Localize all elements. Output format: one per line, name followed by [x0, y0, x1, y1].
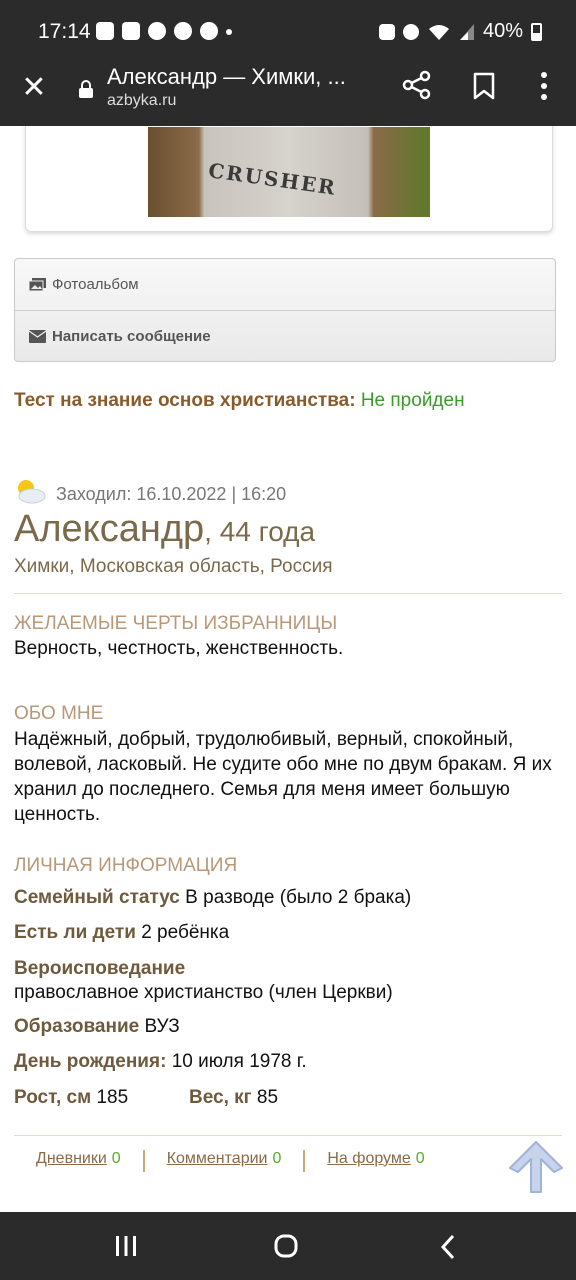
religion-label: Вероисповедание — [14, 958, 185, 980]
photos-icon — [29, 278, 46, 291]
battery-percent: 40% — [482, 20, 523, 42]
divider — [14, 1135, 562, 1136]
forum-link[interactable]: На форуме 0 — [327, 1150, 424, 1172]
battery-icon — [531, 22, 542, 41]
close-icon[interactable]: ✕ — [18, 72, 50, 104]
recent-apps-icon[interactable] — [114, 1236, 138, 1256]
comments-label[interactable]: Комментарии — [167, 1150, 268, 1167]
page-title: Александр — Химки, ... — [107, 64, 346, 89]
children-label: Есть ли дети — [14, 922, 136, 943]
status-time: 17:14 — [38, 20, 91, 43]
profile-actions: Фотоальбом Написать сообщение — [14, 258, 556, 362]
more-menu-icon[interactable] — [536, 70, 552, 102]
about-text: Надёжный, добрый, трудолюбивый, верный, … — [14, 729, 552, 825]
status-bar: 17:14 40% — [0, 0, 576, 62]
partner-traits-text: Верность, честность, женственность. — [14, 638, 344, 659]
education-label: Образование — [14, 1016, 140, 1037]
envelope-icon — [29, 330, 46, 343]
marital-label: Семейный статус — [14, 887, 180, 908]
birthday-label: День рождения: — [14, 1051, 167, 1072]
education-row: Образование ВУЗ — [14, 1016, 180, 1038]
recycle-icon — [378, 23, 395, 40]
diaries-label[interactable]: Дневники — [36, 1150, 107, 1167]
personal-info-heading: ЛИЧНАЯ ИНФОРМАЦИЯ — [14, 855, 238, 876]
send-message-button[interactable]: Написать сообщение — [15, 310, 555, 362]
birthday-value: 10 июля 1978 г. — [171, 1051, 307, 1072]
christianity-test: Тест на знание основ христианства: Не пр… — [14, 390, 465, 412]
divider — [14, 593, 562, 594]
bookmark-icon[interactable] — [472, 72, 496, 100]
photo-album-label: Фотоальбом — [52, 276, 139, 293]
status-right: 40% — [378, 20, 542, 43]
profile-location: Химки, Московская область, Россия — [14, 556, 333, 577]
height-row: Рост, см 185 — [14, 1087, 128, 1109]
back-icon[interactable] — [440, 1234, 456, 1260]
religion-value: православное христианство (член Церкви) — [14, 982, 393, 1003]
birthday-row: День рождения: 10 июля 1978 г. — [14, 1051, 307, 1073]
lock-icon — [79, 80, 93, 98]
name-text: Александр — [14, 508, 205, 550]
profile-name: Александр, 44 года — [14, 508, 315, 551]
forum-label[interactable]: На форуме — [327, 1150, 410, 1167]
education-value: ВУЗ — [144, 1016, 180, 1037]
settings-icon — [148, 22, 166, 40]
one-icon — [200, 22, 218, 40]
wifi-icon — [428, 24, 449, 40]
separator — [303, 1150, 306, 1172]
profile-footer-links: Дневники 0 Комментарии 0 На форуме 0 — [36, 1150, 425, 1172]
forum-count: 0 — [415, 1150, 425, 1167]
last-visit: Заходил: 16.10.2022 | 16:20 — [56, 484, 287, 504]
about-heading: ОБО МНЕ — [14, 703, 104, 724]
send-message-label: Написать сообщение — [52, 328, 211, 345]
home-icon[interactable] — [274, 1234, 298, 1258]
partner-traits-heading: ЖЕЛАЕМЫЕ ЧЕРТЫ ИЗБРАННИЦЫ — [14, 613, 338, 634]
children-row: Есть ли дети 2 ребёнка — [14, 922, 229, 944]
browser-toolbar: ✕ Александр — Химки, ... azbyka.ru — [0, 62, 576, 126]
separator — [142, 1150, 145, 1172]
alarm-icon — [402, 23, 419, 40]
more-notifications-dot — [226, 29, 232, 35]
share-icon[interactable] — [402, 70, 432, 100]
diaries-link[interactable]: Дневники 0 — [36, 1150, 121, 1172]
test-label: Тест на знание основ христианства: — [14, 390, 356, 411]
weight-value: 85 — [256, 1087, 279, 1108]
test-status: Не пройден — [360, 390, 465, 411]
profile-photo-card: CRUSHER — [25, 108, 553, 232]
pay-icon — [122, 22, 140, 40]
marital-status-row: Семейный статус В разводе (было 2 брака) — [14, 887, 411, 909]
photo-album-button[interactable]: Фотоальбом — [15, 259, 555, 310]
weather-icon — [18, 480, 46, 504]
weight-row: Вес, кг 85 — [189, 1087, 278, 1109]
diaries-count: 0 — [111, 1150, 121, 1167]
account-icon — [174, 22, 192, 40]
comments-count: 0 — [272, 1150, 282, 1167]
page-url[interactable]: azbyka.ru — [107, 92, 176, 110]
weight-label: Вес, кг — [189, 1087, 252, 1108]
notification-icons — [96, 22, 232, 40]
height-value: 185 — [96, 1087, 129, 1108]
age-text: , 44 года — [204, 516, 316, 547]
children-value: 2 ребёнка — [141, 922, 230, 943]
height-label: Рост, см — [14, 1087, 92, 1108]
comments-link[interactable]: Комментарии 0 — [167, 1150, 282, 1172]
religion-label-text: Вероисповедание — [14, 958, 186, 979]
system-navigation-bar — [0, 1212, 576, 1280]
message-icon — [96, 22, 114, 40]
profile-photo[interactable]: CRUSHER — [148, 127, 430, 217]
scroll-to-top-icon[interactable] — [506, 1138, 566, 1196]
signal-icon — [459, 23, 474, 40]
shirt-text: CRUSHER — [206, 158, 339, 200]
marital-value: В разводе (было 2 брака) — [185, 887, 412, 908]
